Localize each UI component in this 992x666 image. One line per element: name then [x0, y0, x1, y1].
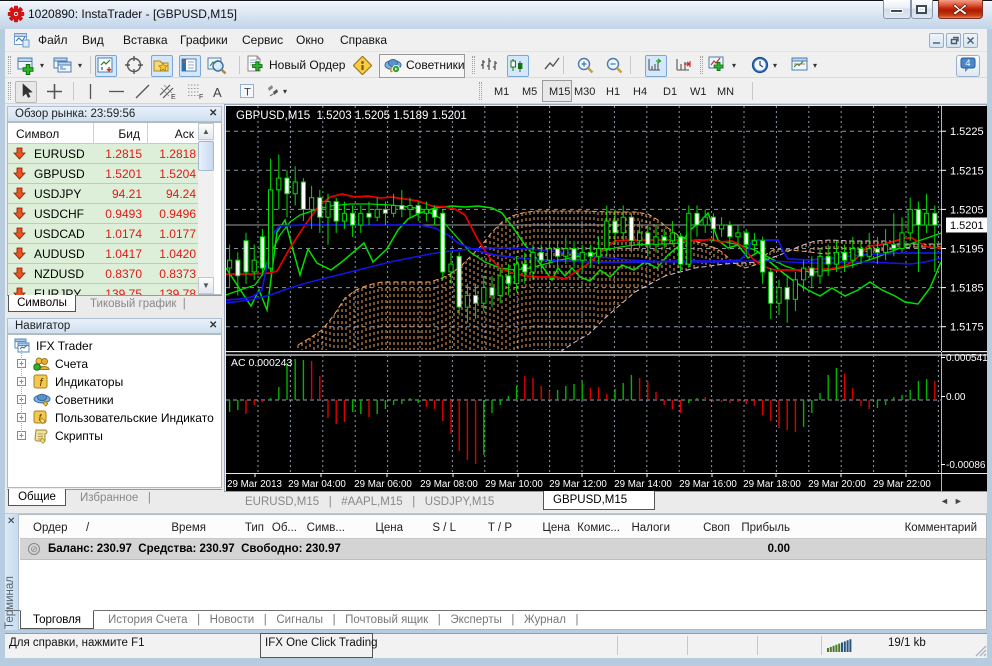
svg-text:4: 4 — [965, 58, 970, 68]
svg-text:1.5205: 1.5205 — [950, 204, 984, 216]
svg-text:1.5201: 1.5201 — [950, 220, 984, 232]
svg-text:T: T — [244, 87, 251, 99]
svg-text:29 Mar 16:00: 29 Mar 16:00 — [679, 479, 737, 490]
svg-text:29 Mar 20:00: 29 Mar 20:00 — [808, 479, 866, 490]
svg-text:0.000541: 0.000541 — [946, 353, 987, 364]
svg-text:1.5225: 1.5225 — [950, 126, 984, 138]
svg-text:29 Mar 10:00: 29 Mar 10:00 — [485, 479, 543, 490]
svg-text:29 Mar 06:00: 29 Mar 06:00 — [354, 479, 412, 490]
svg-text:AC 0.000243: AC 0.000243 — [231, 357, 292, 369]
svg-text:29 Mar 08:00: 29 Mar 08:00 — [420, 479, 478, 490]
svg-text:29 Mar 22:00: 29 Mar 22:00 — [873, 479, 931, 490]
svg-text:29 Mar 14:00: 29 Mar 14:00 — [614, 479, 672, 490]
svg-text:29 Mar 04:00: 29 Mar 04:00 — [288, 479, 346, 490]
svg-text:E: E — [171, 94, 176, 101]
svg-text:29 Mar 2013: 29 Mar 2013 — [227, 479, 283, 490]
svg-text:29 Mar 12:00: 29 Mar 12:00 — [549, 479, 607, 490]
svg-text:0.00: 0.00 — [946, 392, 966, 403]
svg-text:1.5215: 1.5215 — [950, 165, 984, 177]
svg-text:-0.00086: -0.00086 — [946, 460, 986, 471]
svg-text:29 Mar 18:00: 29 Mar 18:00 — [743, 479, 801, 490]
svg-text:1.5185: 1.5185 — [950, 283, 984, 295]
svg-text:1.5195: 1.5195 — [950, 244, 984, 256]
svg-text:F: F — [199, 94, 203, 101]
svg-text:1.5175: 1.5175 — [950, 322, 984, 334]
svg-text:GBPUSD,M15 1.5203 1.5205 1.51: GBPUSD,M15 1.5203 1.5205 1.5189 1.5201 — [236, 110, 467, 122]
